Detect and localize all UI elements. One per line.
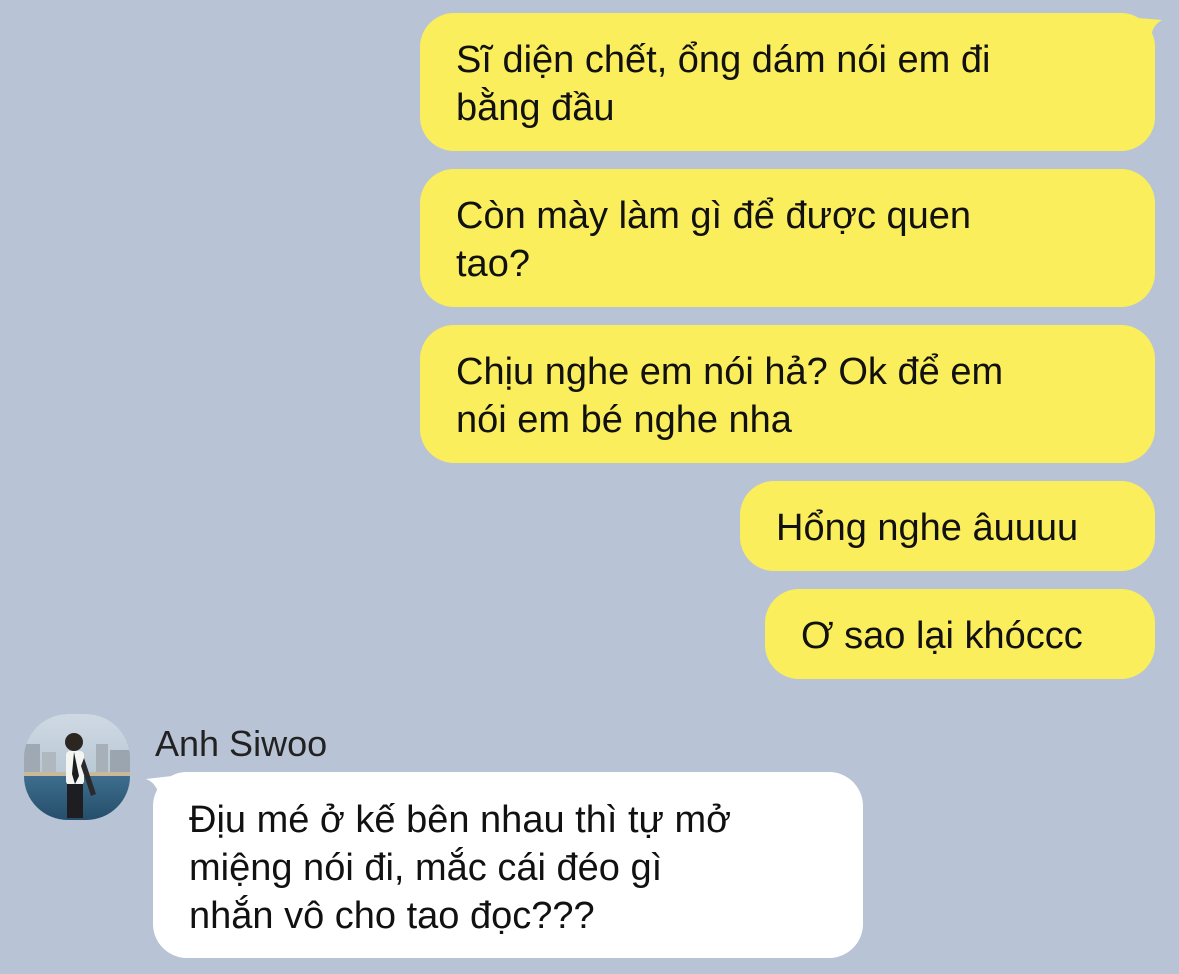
outgoing-message[interactable]: Sĩ diện chết, ổng dám nói em đi bằng đầu — [420, 13, 1155, 151]
sender-name: Anh Siwoo — [155, 723, 328, 764]
bubble-tail-icon — [1138, 18, 1162, 46]
outgoing-message[interactable]: Hổng nghe âuuuu — [740, 481, 1155, 571]
incoming-message[interactable]: Địu mé ở kế bên nhau thì tự mở miệng nói… — [153, 772, 863, 958]
outgoing-message[interactable]: Chịu nghe em nói hả? Ok để em nói em bé … — [420, 325, 1155, 463]
outgoing-message[interactable]: Ơ sao lại khóccc — [765, 589, 1155, 679]
outgoing-message[interactable]: Còn mày làm gì để được quen tao? — [420, 169, 1155, 307]
avatar[interactable] — [24, 714, 130, 820]
contact-photo-icon — [24, 714, 130, 820]
